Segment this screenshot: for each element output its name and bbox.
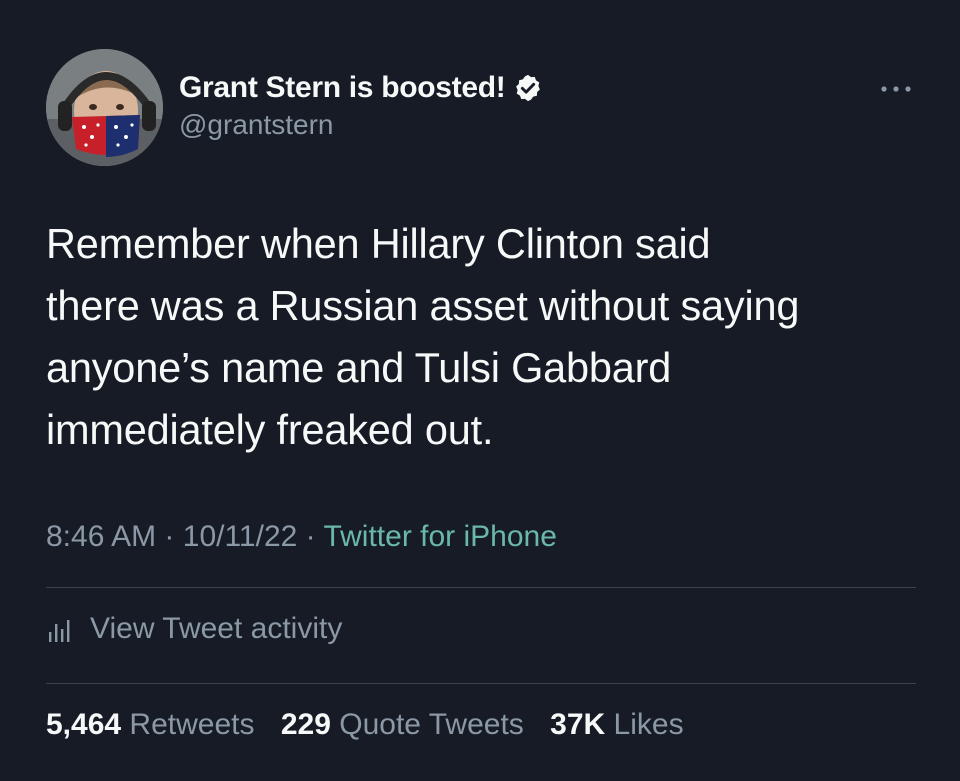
retweets-label: Retweets <box>129 708 255 741</box>
tweet-source-link[interactable]: Twitter for iPhone <box>323 520 556 553</box>
tweet-stats: 5,464 Retweets 229 Quote Tweets 37K Like… <box>46 708 702 742</box>
likes-label: Likes <box>613 708 684 741</box>
meta-separator: · <box>305 520 316 553</box>
likes-count: 37K <box>550 708 606 741</box>
divider <box>46 683 916 684</box>
likes-stat[interactable]: 37K Likes <box>550 708 683 741</box>
bar-chart-icon <box>46 614 76 644</box>
view-tweet-activity-link[interactable]: View Tweet activity <box>46 612 342 646</box>
author-names: Grant Stern is boosted! @grantstern <box>179 69 543 141</box>
tweet-header: Grant Stern is boosted! @grantstern <box>46 49 916 167</box>
tweet-meta: 8:46 AM · 10/11/22 · Twitter for iPhone <box>46 520 557 554</box>
display-name[interactable]: Grant Stern is boosted! <box>179 71 506 105</box>
tweet-time[interactable]: 8:46 AM <box>46 520 156 553</box>
tweet-text: Remember when Hillary Clinton said there… <box>46 220 800 453</box>
quote-tweets-count: 229 <box>280 708 331 741</box>
tweet-date[interactable]: 10/11/22 <box>183 520 298 553</box>
retweets-stat[interactable]: 5,464 Retweets <box>46 708 254 741</box>
more-horizontal-icon[interactable] <box>876 79 916 99</box>
view-tweet-activity-label: View Tweet activity <box>90 612 343 645</box>
author-handle[interactable]: @grantstern <box>179 109 543 141</box>
divider <box>46 587 916 588</box>
quote-tweets-label: Quote Tweets <box>339 708 524 741</box>
display-name-row: Grant Stern is boosted! <box>179 69 543 107</box>
meta-separator: · <box>164 520 175 553</box>
tweet-card: Grant Stern is boosted! @grantstern Reme… <box>0 0 960 781</box>
quote-tweets-stat[interactable]: 229 Quote Tweets <box>281 708 524 741</box>
avatar[interactable] <box>46 49 163 166</box>
verified-badge-icon <box>513 73 543 103</box>
retweets-count: 5,464 <box>46 708 122 741</box>
